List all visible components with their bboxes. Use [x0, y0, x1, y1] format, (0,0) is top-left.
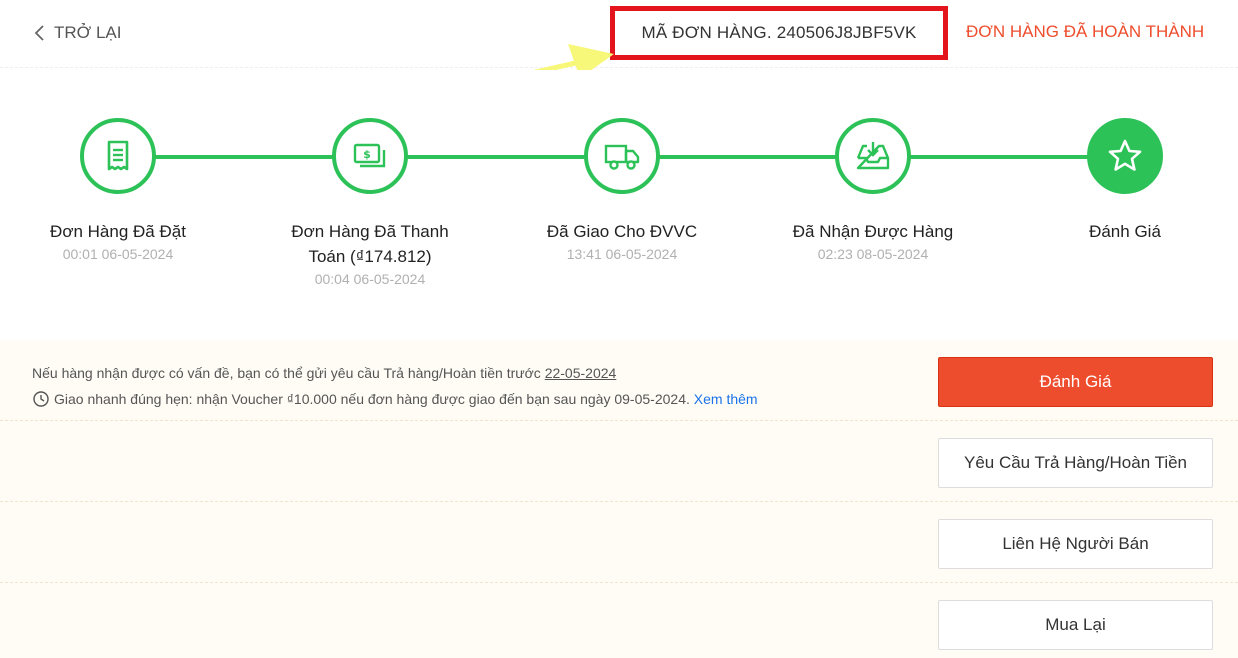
see-more-link[interactable]: Xem thêm: [694, 391, 758, 407]
order-status-label: ĐƠN HÀNG ĐÃ HOÀN THÀNH: [966, 22, 1205, 41]
return-deadline: 22-05-2024: [544, 365, 617, 381]
order-progress-stepper: Đơn Hàng Đã Đặt 00:01 06-05-2024 $ Đơn H…: [0, 70, 1238, 338]
order-actions-panel: Nếu hàng nhận được có vấn đề, bạn có thể…: [0, 340, 1238, 658]
step-circle: [1087, 118, 1163, 194]
step-time: 13:41 06-05-2024: [566, 246, 678, 262]
order-id-highlight: MÃ ĐƠN HÀNG. 240506J8JBF5VK: [610, 6, 948, 60]
step-label: Đánh Giá: [1089, 222, 1161, 241]
buy-again-button[interactable]: Mua Lại: [938, 600, 1213, 650]
step-label: Đã Giao Cho ĐVVC: [546, 222, 698, 241]
rate-button[interactable]: Đánh Giá: [938, 357, 1213, 407]
step-label: Đã Nhận Được Hàng: [792, 222, 954, 241]
clock-icon: [33, 391, 49, 407]
step-order-paid: $ Đơn Hàng Đã Thanh Toán (₫174.812) 00:0…: [250, 118, 490, 287]
back-label: TRỞ LẠI: [54, 23, 122, 42]
step-circle: [584, 118, 660, 194]
step-order-placed: Đơn Hàng Đã Đặt 00:01 06-05-2024: [0, 118, 238, 262]
step-label: Đơn Hàng Đã Thanh Toán (₫174.812): [291, 222, 449, 266]
truck-icon: [604, 144, 640, 170]
notice-text: Nếu hàng nhận được có vấn đề, bạn có thể…: [32, 360, 758, 412]
voucher-text: Giao nhanh đúng hẹn: nhận Voucher ₫10.00…: [54, 391, 690, 407]
step-handed-to-carrier: Đã Giao Cho ĐVVC 13:41 06-05-2024: [502, 118, 742, 262]
step-time: 00:01 06-05-2024: [62, 246, 174, 262]
step-time: 02:23 08-05-2024: [817, 246, 929, 262]
order-id: MÃ ĐƠN HÀNG. 240506J8JBF5VK: [641, 23, 917, 42]
receipt-icon: [107, 140, 129, 171]
step-circle: $: [332, 118, 408, 194]
order-detail-page: TRỞ LẠI MÃ ĐƠN HÀNG. 240506J8JBF5VK ĐƠN …: [0, 0, 1238, 658]
return-policy-text: Nếu hàng nhận được có vấn đề, bạn có thể…: [32, 365, 541, 381]
step-order-received: Đã Nhận Được Hàng 02:23 08-05-2024: [753, 118, 993, 262]
inbox-download-icon: [856, 142, 890, 170]
step-time: 00:04 06-05-2024: [314, 271, 426, 287]
svg-text:$: $: [363, 148, 371, 161]
step-rate: Đánh Giá: [1005, 118, 1238, 246]
star-icon: [1108, 139, 1142, 171]
step-circle: [835, 118, 911, 194]
return-request-button[interactable]: Yêu Cầu Trả Hàng/Hoàn Tiền: [938, 438, 1213, 488]
step-circle: [80, 118, 156, 194]
chevron-left-icon: [34, 25, 44, 41]
money-icon: $: [353, 143, 386, 168]
contact-seller-button[interactable]: Liên Hệ Người Bán: [938, 519, 1213, 569]
step-label: Đơn Hàng Đã Đặt: [50, 222, 186, 241]
back-button[interactable]: TRỞ LẠI: [32, 20, 121, 46]
